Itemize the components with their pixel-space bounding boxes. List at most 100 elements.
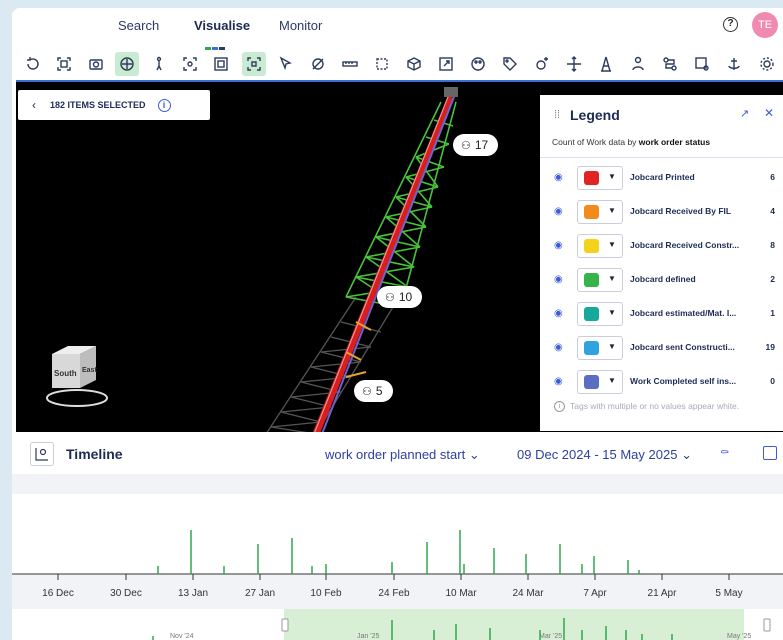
drag-handle-icon[interactable]: ⁞⁞ [554,109,560,121]
view-cube[interactable]: South East [44,332,110,412]
back-chevron-icon[interactable]: ‹ [18,98,50,112]
gear-icon[interactable] [755,52,779,76]
move-icon[interactable] [562,52,586,76]
color-picker[interactable]: ▼ [577,268,623,292]
pin-count-5[interactable]: ⚇ 5 [354,380,393,402]
legend-item: ◉ ▼ Jobcard defined 2 [540,263,783,297]
tab-search[interactable]: Search [118,18,159,33]
legend-item: ◉ ▼ Jobcard sent Constructi... 19 [540,331,783,365]
measure-icon[interactable] [338,52,362,76]
cube-face-south: South [54,369,77,378]
tab-visualise[interactable]: Visualise [194,18,250,33]
filter-tag-icon[interactable]: ⚰ [720,446,729,459]
top-nav: Search Visualise Monitor ? TE [12,8,783,50]
caret-down-icon: ▼ [608,172,616,181]
timeline-tick-label: 10 Mar [445,588,477,599]
section-box-icon[interactable] [242,52,266,76]
legend-item: ◉ ▼ Work Completed self ins... 0 [540,365,783,399]
color-picker[interactable]: ▼ [577,370,623,394]
model-viewport[interactable]: ‹ 182 ITEMS SELECTED i ⚇ 17 ⚇ 10 ⚇ 5 South … [16,80,783,432]
timeline-chart[interactable]: 16 Dec 30 Dec 13 Jan 27 Jan 10 Feb 24 Feb 10 M… [12,474,783,640]
close-icon[interactable]: ✕ [764,106,774,120]
timeline-icon[interactable] [30,442,54,466]
color-picker[interactable]: ▼ [577,166,623,190]
tab-monitor[interactable]: Monitor [279,18,322,33]
pin-count-value: 17 [474,138,489,152]
eye-icon[interactable]: ◉ [554,240,563,251]
tag-icon[interactable] [498,52,522,76]
undo-icon[interactable] [20,52,44,76]
timeline-tick-label: 7 Apr [583,588,607,599]
legend-item-count: 0 [770,376,775,386]
legend-item-label: Work Completed self ins... [630,376,737,386]
legend-item-count: 2 [770,274,775,284]
settings-plus-icon[interactable] [530,52,554,76]
legend-item: ◉ ▼ Jobcard Printed 6 [540,161,783,195]
timeline-plot-area [12,494,783,574]
timeline-field-select[interactable]: work order planned start ⌄ [325,447,480,463]
zoom-box-icon[interactable] [690,52,714,76]
eye-icon[interactable]: ◉ [554,172,563,183]
eye-icon[interactable]: ◉ [554,342,563,353]
color-swatch [584,341,599,355]
export-icon[interactable] [434,52,458,76]
color-swatch [584,273,599,287]
timeline-tick-label: 24 Mar [512,588,544,599]
walk-icon[interactable] [147,52,171,76]
timeline-tick-label: 27 Jan [245,588,275,599]
timeline-range-label: 09 Dec 2024 - 15 May 2025 [517,447,678,462]
info-icon[interactable]: i [157,98,171,112]
timeline-tick-label: 10 Feb [310,588,342,599]
person-icon[interactable] [626,52,650,76]
overview-label: Nov '24 [170,633,194,640]
box-select-icon[interactable] [370,52,394,76]
color-picker[interactable]: ▼ [577,234,623,258]
eye-icon[interactable]: ◉ [554,308,563,319]
color-picker[interactable]: ▼ [577,302,623,326]
viewer-toolbar [12,50,783,78]
chevron-down-icon: ⌄ [468,447,480,462]
caret-down-icon: ▼ [608,206,616,215]
caret-down-icon: ▼ [608,342,616,351]
overview-label: May '25 [727,633,751,640]
save-icon[interactable] [763,446,777,460]
legend-item-count: 19 [765,342,775,352]
fit-view-icon[interactable] [52,52,76,76]
select-arrow-icon[interactable] [274,52,298,76]
timeline-range-select[interactable]: 09 Dec 2024 - 15 May 2025 ⌄ [517,447,692,463]
palette-icon[interactable] [466,52,490,76]
timeline-tick-label: 21 Apr [648,588,678,599]
pin-count-10[interactable]: ⚇ 10 [377,286,423,308]
timeline-title: Timeline [66,446,123,462]
legend-item: ◉ ▼ Jobcard Received Constr... 8 [540,229,783,263]
color-swatch [584,307,599,321]
info-icon: i [554,401,565,412]
camera-icon[interactable] [84,52,108,76]
route-icon[interactable] [658,52,682,76]
collapse-icon[interactable]: ↗ [740,107,749,120]
tower-icon[interactable] [594,52,618,76]
hide-icon[interactable] [306,52,330,76]
anchor-icon[interactable] [722,52,746,76]
legend-item-label: Jobcard sent Constructi... [630,342,735,352]
timeline-body: 16 Dec 30 Dec 13 Jan 27 Jan 10 Feb 24 Feb 10 M… [12,474,783,640]
legend-item-count: 4 [770,206,775,216]
isolate-icon[interactable] [209,52,233,76]
eye-icon[interactable]: ◉ [554,206,563,217]
eye-icon[interactable]: ◉ [554,376,563,387]
legend-panel: ⁞⁞ Legend ↗ ✕ Count of Work data by work… [540,95,783,431]
eye-icon[interactable]: ◉ [554,274,563,285]
overview-left-handle [281,618,289,632]
cube-icon[interactable] [402,52,426,76]
pin-count-value: 10 [398,290,413,304]
color-picker[interactable]: ▼ [577,200,623,224]
color-picker[interactable]: ▼ [577,336,623,360]
navigate-icon[interactable] [115,52,139,76]
pin-count-17[interactable]: ⚇ 17 [453,134,499,156]
cube-face-east: East [82,367,97,374]
help-circle-icon[interactable]: ? [723,17,738,32]
focus-icon[interactable] [178,52,202,76]
legend-item-label: Jobcard estimated/Mat. I... [630,308,737,318]
legend-item: ◉ ▼ Jobcard estimated/Mat. I... 1 [540,297,783,331]
avatar[interactable]: TE [752,12,778,38]
